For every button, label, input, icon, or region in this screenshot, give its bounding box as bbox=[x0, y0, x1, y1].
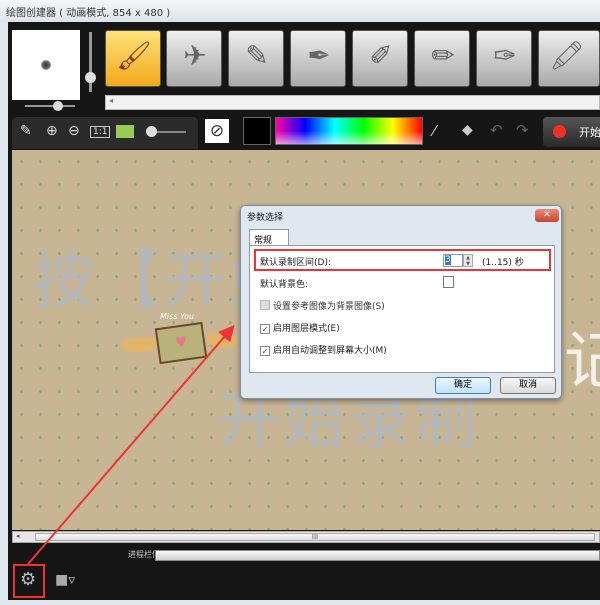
window-title: 绘图创建器 ( 动画模式, 854 x 480 ) bbox=[0, 0, 600, 22]
edit-icon[interactable]: ✎ bbox=[20, 123, 32, 139]
bg-color-picker[interactable] bbox=[443, 276, 454, 288]
crayon-icon: ✎ bbox=[245, 39, 269, 72]
scroll-thumb[interactable]: III bbox=[35, 533, 595, 541]
brush-size-slider[interactable] bbox=[89, 32, 92, 92]
envelope-sticker: ♥ bbox=[154, 321, 208, 365]
preferences-dialog: 参数选择 ✕ 常规 默认录制区间(D): 3 ▲ ▼ (1..15) 秒 默认背景… bbox=[240, 205, 562, 399]
slider-handle[interactable] bbox=[85, 72, 96, 83]
highlighter-icon: ✑ bbox=[493, 39, 517, 72]
gear-icon: ⚙ bbox=[20, 569, 37, 590]
interval-range: (1..15) 秒 bbox=[482, 258, 524, 268]
cancel-button[interactable]: 取消 bbox=[500, 377, 556, 394]
eyedropper-icon[interactable]: ⁄ bbox=[433, 122, 436, 140]
settings-button[interactable]: ⚙ bbox=[13, 564, 45, 598]
chalk-icon: ✐ bbox=[369, 39, 393, 72]
right-wing bbox=[208, 334, 238, 348]
option-layer-mode[interactable]: ✓ 启用图层模式(E) bbox=[260, 321, 340, 334]
canvas-hscrollbar[interactable]: ◂ III bbox=[12, 531, 600, 543]
interval-input[interactable]: 3 bbox=[443, 254, 463, 267]
interval-spinner[interactable]: ▲ ▼ bbox=[463, 254, 473, 267]
checkbox[interactable] bbox=[260, 300, 270, 310]
paintbrush-icon: 🖌 bbox=[116, 39, 152, 72]
record-icon bbox=[553, 125, 566, 138]
background-image-icon[interactable] bbox=[116, 125, 134, 138]
actual-size-icon[interactable]: 1:1 bbox=[90, 126, 111, 138]
paint-icon: 🖍 bbox=[549, 39, 585, 72]
tool-paint[interactable]: 🖍 bbox=[538, 30, 600, 87]
checkbox-checked[interactable]: ✓ bbox=[260, 324, 270, 334]
sticker-text: Miss You bbox=[160, 312, 194, 321]
heart-icon: ♥ bbox=[173, 334, 189, 352]
video-camera-icon[interactable]: ■▿ bbox=[55, 572, 75, 588]
tool-brush[interactable]: 🖌 bbox=[105, 30, 161, 87]
close-button[interactable]: ✕ bbox=[535, 209, 559, 222]
opacity-slider-handle[interactable] bbox=[53, 101, 63, 111]
ok-button[interactable]: 确定 bbox=[435, 377, 491, 394]
tool-chalk[interactable]: ✐ bbox=[352, 30, 408, 87]
tool-airbrush[interactable]: ✈ bbox=[166, 30, 222, 87]
bg-color-label: 默认背景色: bbox=[260, 280, 309, 290]
checkbox-checked[interactable]: ✓ bbox=[260, 346, 270, 356]
pencil-icon: ✏ bbox=[431, 39, 455, 72]
progress-bar bbox=[155, 550, 600, 561]
tool-scrollbar[interactable]: ◂ bbox=[105, 95, 600, 110]
option-auto-fit[interactable]: ✓ 启用自动调整到屏幕大小(M) bbox=[260, 343, 387, 356]
option-reference-bg[interactable]: 设置参考图像为背景图像(S) bbox=[260, 299, 385, 312]
start-recording-button[interactable]: 开始 bbox=[543, 117, 600, 147]
zoom-slider-handle[interactable] bbox=[146, 126, 157, 137]
left-wing bbox=[120, 338, 156, 352]
canvas-toolbar: ✎ ⊕ ⊖ 1:1 bbox=[12, 117, 198, 149]
option-label: 设置参考图像为背景图像(S) bbox=[273, 302, 385, 312]
start-label: 开始 bbox=[579, 126, 600, 139]
tool-marker[interactable]: ✒ bbox=[290, 30, 346, 87]
tab-general[interactable]: 常规 bbox=[249, 229, 289, 246]
airbrush-icon: ✈ bbox=[183, 39, 207, 72]
dialog-title: 参数选择 bbox=[247, 213, 284, 223]
brush-preview bbox=[12, 30, 80, 100]
option-label: 启用自动调整到屏幕大小(M) bbox=[273, 346, 387, 356]
tool-pencil[interactable]: ✏ bbox=[414, 30, 470, 87]
zoom-in-icon[interactable]: ⊕ bbox=[46, 123, 58, 139]
interval-label: 默认录制区间(D): bbox=[260, 258, 331, 268]
undo-icon[interactable]: ↶ bbox=[490, 121, 503, 139]
color-spectrum[interactable] bbox=[275, 117, 423, 145]
interval-value: 3 bbox=[445, 255, 451, 265]
current-color-swatch[interactable] bbox=[243, 117, 271, 145]
general-panel: 默认录制区间(D): 3 ▲ ▼ (1..15) 秒 默认背景色: 设置参考图像为… bbox=[249, 245, 555, 373]
redo-icon[interactable]: ↷ bbox=[516, 121, 529, 139]
eraser-icon[interactable]: ◆ bbox=[462, 122, 473, 138]
no-color-icon[interactable]: ⊘ bbox=[205, 119, 229, 143]
tool-crayon[interactable]: ✎ bbox=[228, 30, 284, 87]
zoom-out-icon[interactable]: ⊖ bbox=[68, 123, 80, 139]
watermark-right: 记 bbox=[564, 324, 600, 397]
opacity-slider[interactable] bbox=[25, 105, 75, 107]
marker-icon: ✒ bbox=[307, 39, 331, 72]
tool-highlighter[interactable]: ✑ bbox=[476, 30, 532, 87]
option-label: 启用图层模式(E) bbox=[273, 324, 340, 334]
